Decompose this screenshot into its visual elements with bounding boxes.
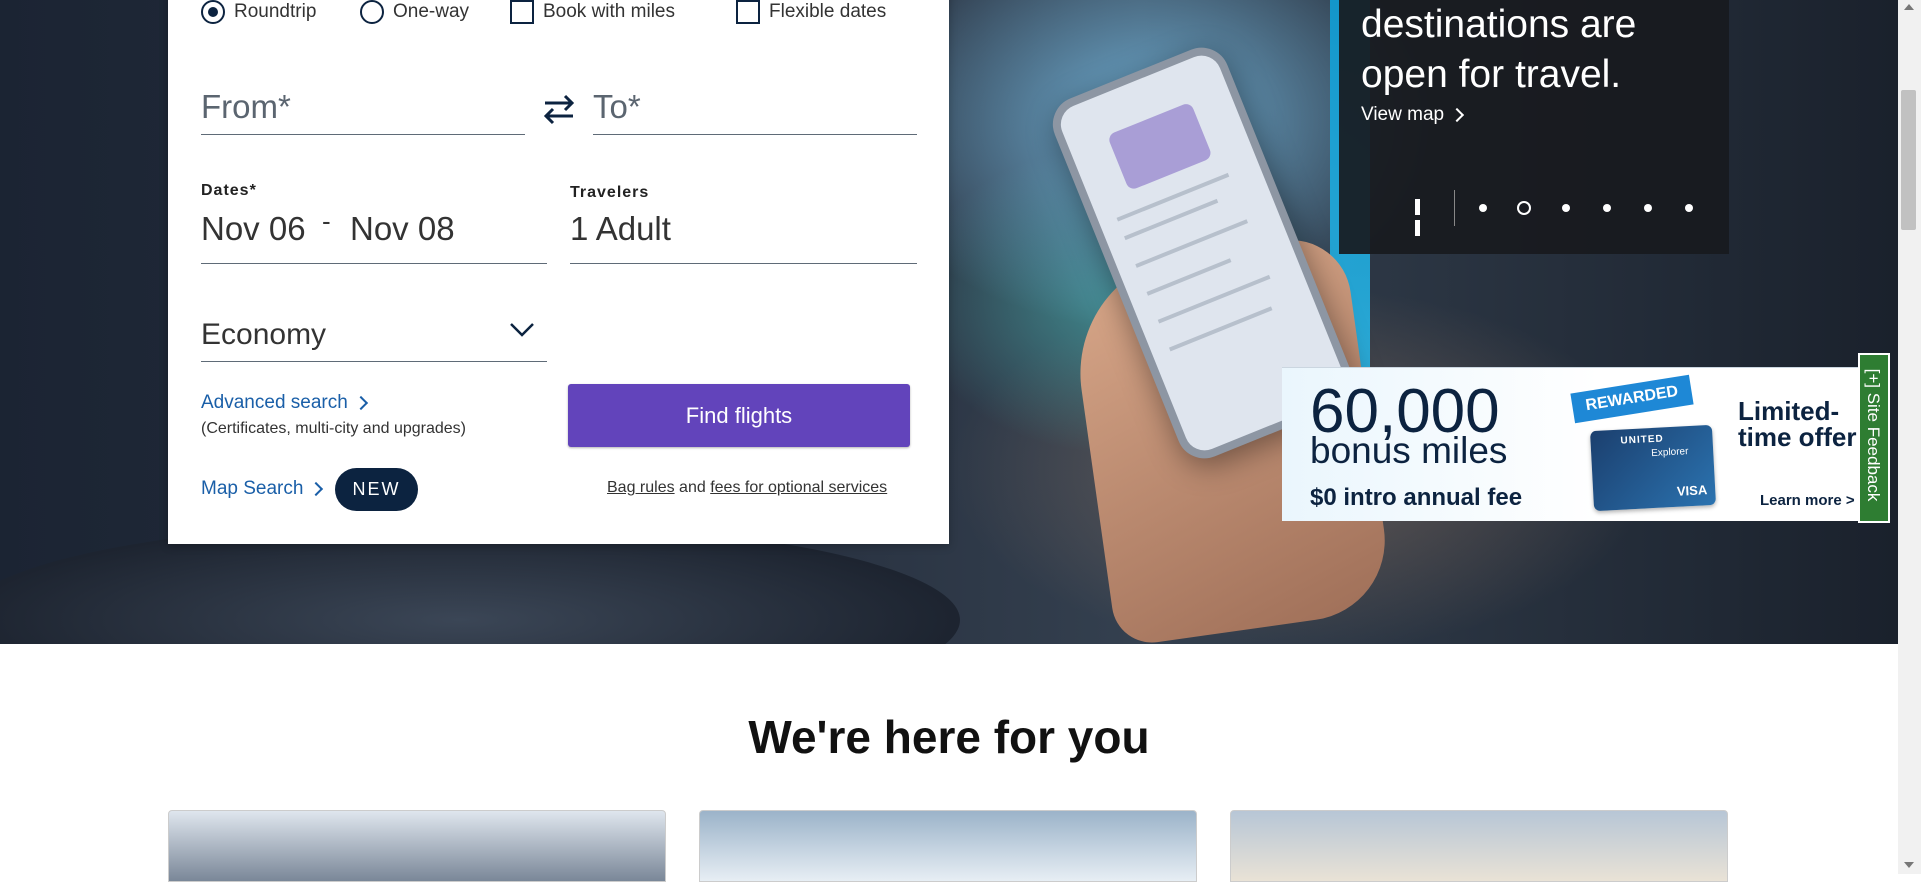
ad-bonus-miles: bonus miles — [1310, 430, 1508, 471]
support-card-image[interactable] — [168, 810, 666, 882]
carousel-dot[interactable] — [1685, 204, 1693, 212]
hero-banner: Roundtrip One-way Book with miles Flexib… — [0, 0, 1898, 644]
carousel-panel: destinations are open for travel. View m… — [1339, 0, 1729, 254]
carousel-dot[interactable] — [1603, 204, 1611, 212]
section-title: We're here for you — [748, 711, 1150, 763]
support-card-image[interactable] — [1230, 810, 1728, 882]
carousel-heading-line1: destinations are — [1361, 3, 1637, 46]
checkbox-icon[interactable] — [736, 0, 760, 24]
ad-offer-line2: time offer — [1738, 422, 1857, 452]
radio-icon[interactable] — [360, 0, 384, 24]
card-network: VISA — [1676, 482, 1708, 499]
phone-screen-line — [1146, 258, 1232, 296]
to-input[interactable]: To* — [593, 88, 917, 135]
oneway-radio[interactable]: One-way — [360, 0, 469, 24]
scroll-down-arrow-icon[interactable] — [1904, 862, 1914, 868]
fees-link[interactable]: fees for optional services — [710, 479, 887, 496]
swap-arrows-icon[interactable] — [541, 92, 577, 126]
support-card-image[interactable] — [699, 810, 1197, 882]
date-separator: - — [322, 206, 331, 236]
travelers-label: Travelers — [570, 184, 650, 201]
carousel-dot[interactable] — [1644, 204, 1652, 212]
advanced-search-link[interactable]: Advanced search — [201, 392, 368, 414]
carousel-dot[interactable] — [1479, 204, 1487, 212]
credit-card-image: UNITED Explorer VISA — [1589, 424, 1717, 512]
date-start-input[interactable]: Nov 06 — [201, 210, 306, 248]
site-feedback-tab[interactable]: [+] Site Feedback — [1858, 353, 1890, 523]
ad-learn-more[interactable]: Learn more > — [1760, 492, 1855, 509]
phone-map-image — [1106, 101, 1213, 192]
checkbox-icon[interactable] — [510, 0, 534, 24]
flight-search-form: Roundtrip One-way Book with miles Flexib… — [168, 0, 949, 544]
new-badge: NEW — [335, 468, 418, 511]
view-map-label[interactable]: View map — [1361, 104, 1444, 126]
carousel-divider — [1454, 190, 1455, 226]
book-with-miles-checkbox[interactable]: Book with miles — [510, 0, 675, 24]
site-feedback-label[interactable]: [+] Site Feedback — [1863, 360, 1883, 510]
travelers-input[interactable]: 1 Adult — [570, 210, 671, 248]
chevron-down-icon[interactable] — [509, 322, 535, 338]
scrollbar-thumb[interactable] — [1901, 90, 1916, 230]
flexible-dates-label: Flexible dates — [769, 1, 887, 22]
chevron-right-icon — [353, 395, 368, 411]
ad-rewarded-ribbon: REWARDED — [1570, 374, 1694, 424]
cabin-select[interactable]: Economy — [201, 318, 326, 352]
from-input[interactable]: From* — [201, 88, 525, 135]
oneway-label: One-way — [393, 1, 470, 22]
dates-underline — [201, 263, 547, 264]
flexible-dates-checkbox[interactable]: Flexible dates — [736, 0, 886, 24]
chevron-right-icon — [309, 481, 324, 497]
and-text: and — [679, 479, 706, 496]
find-flights-button[interactable]: Find flights — [568, 384, 910, 447]
carousel-dot-active[interactable] — [1517, 201, 1531, 215]
advanced-search-subtext: (Certificates, multi-city and upgrades) — [201, 420, 466, 437]
card-brand: UNITED — [1620, 433, 1665, 447]
radio-checked-icon[interactable] — [201, 0, 225, 24]
roundtrip-label: Roundtrip — [234, 1, 317, 22]
view-map-link[interactable]: View map — [1361, 104, 1465, 126]
dates-label: Dates* — [201, 182, 257, 199]
chevron-right-icon — [1450, 107, 1465, 123]
phone-screen-line — [1124, 198, 1219, 241]
carousel-heading-line2: open for travel. — [1361, 53, 1622, 96]
credit-card-ad-banner[interactable]: 60,000 bonus miles $0 intro annual fee R… — [1282, 367, 1858, 521]
cabin-underline — [201, 361, 547, 362]
carousel-dot[interactable] — [1562, 204, 1570, 212]
book-with-miles-label: Book with miles — [543, 1, 675, 22]
advanced-search-label[interactable]: Advanced search — [201, 392, 348, 414]
bag-rules-row: Bag rules and fees for optional services — [607, 479, 887, 497]
vertical-scrollbar[interactable] — [1898, 0, 1921, 874]
date-end-input[interactable]: Nov 08 — [350, 210, 455, 248]
travelers-underline — [570, 263, 917, 264]
ad-annual-fee: $0 intro annual fee — [1310, 484, 1523, 511]
carousel-heading: destinations are open for travel. — [1361, 0, 1636, 100]
card-name: Explorer — [1650, 446, 1689, 460]
pause-icon[interactable] — [1415, 199, 1431, 236]
bag-rules-link[interactable]: Bag rules — [607, 479, 675, 496]
scroll-up-arrow-icon[interactable] — [1904, 4, 1914, 10]
ad-offer: Limited- time offer — [1738, 398, 1856, 450]
roundtrip-radio[interactable]: Roundtrip — [201, 0, 316, 24]
map-search-label[interactable]: Map Search — [201, 478, 303, 500]
map-search-link[interactable]: Map Search — [201, 478, 324, 500]
ad-offer-line1: Limited- — [1738, 396, 1840, 426]
